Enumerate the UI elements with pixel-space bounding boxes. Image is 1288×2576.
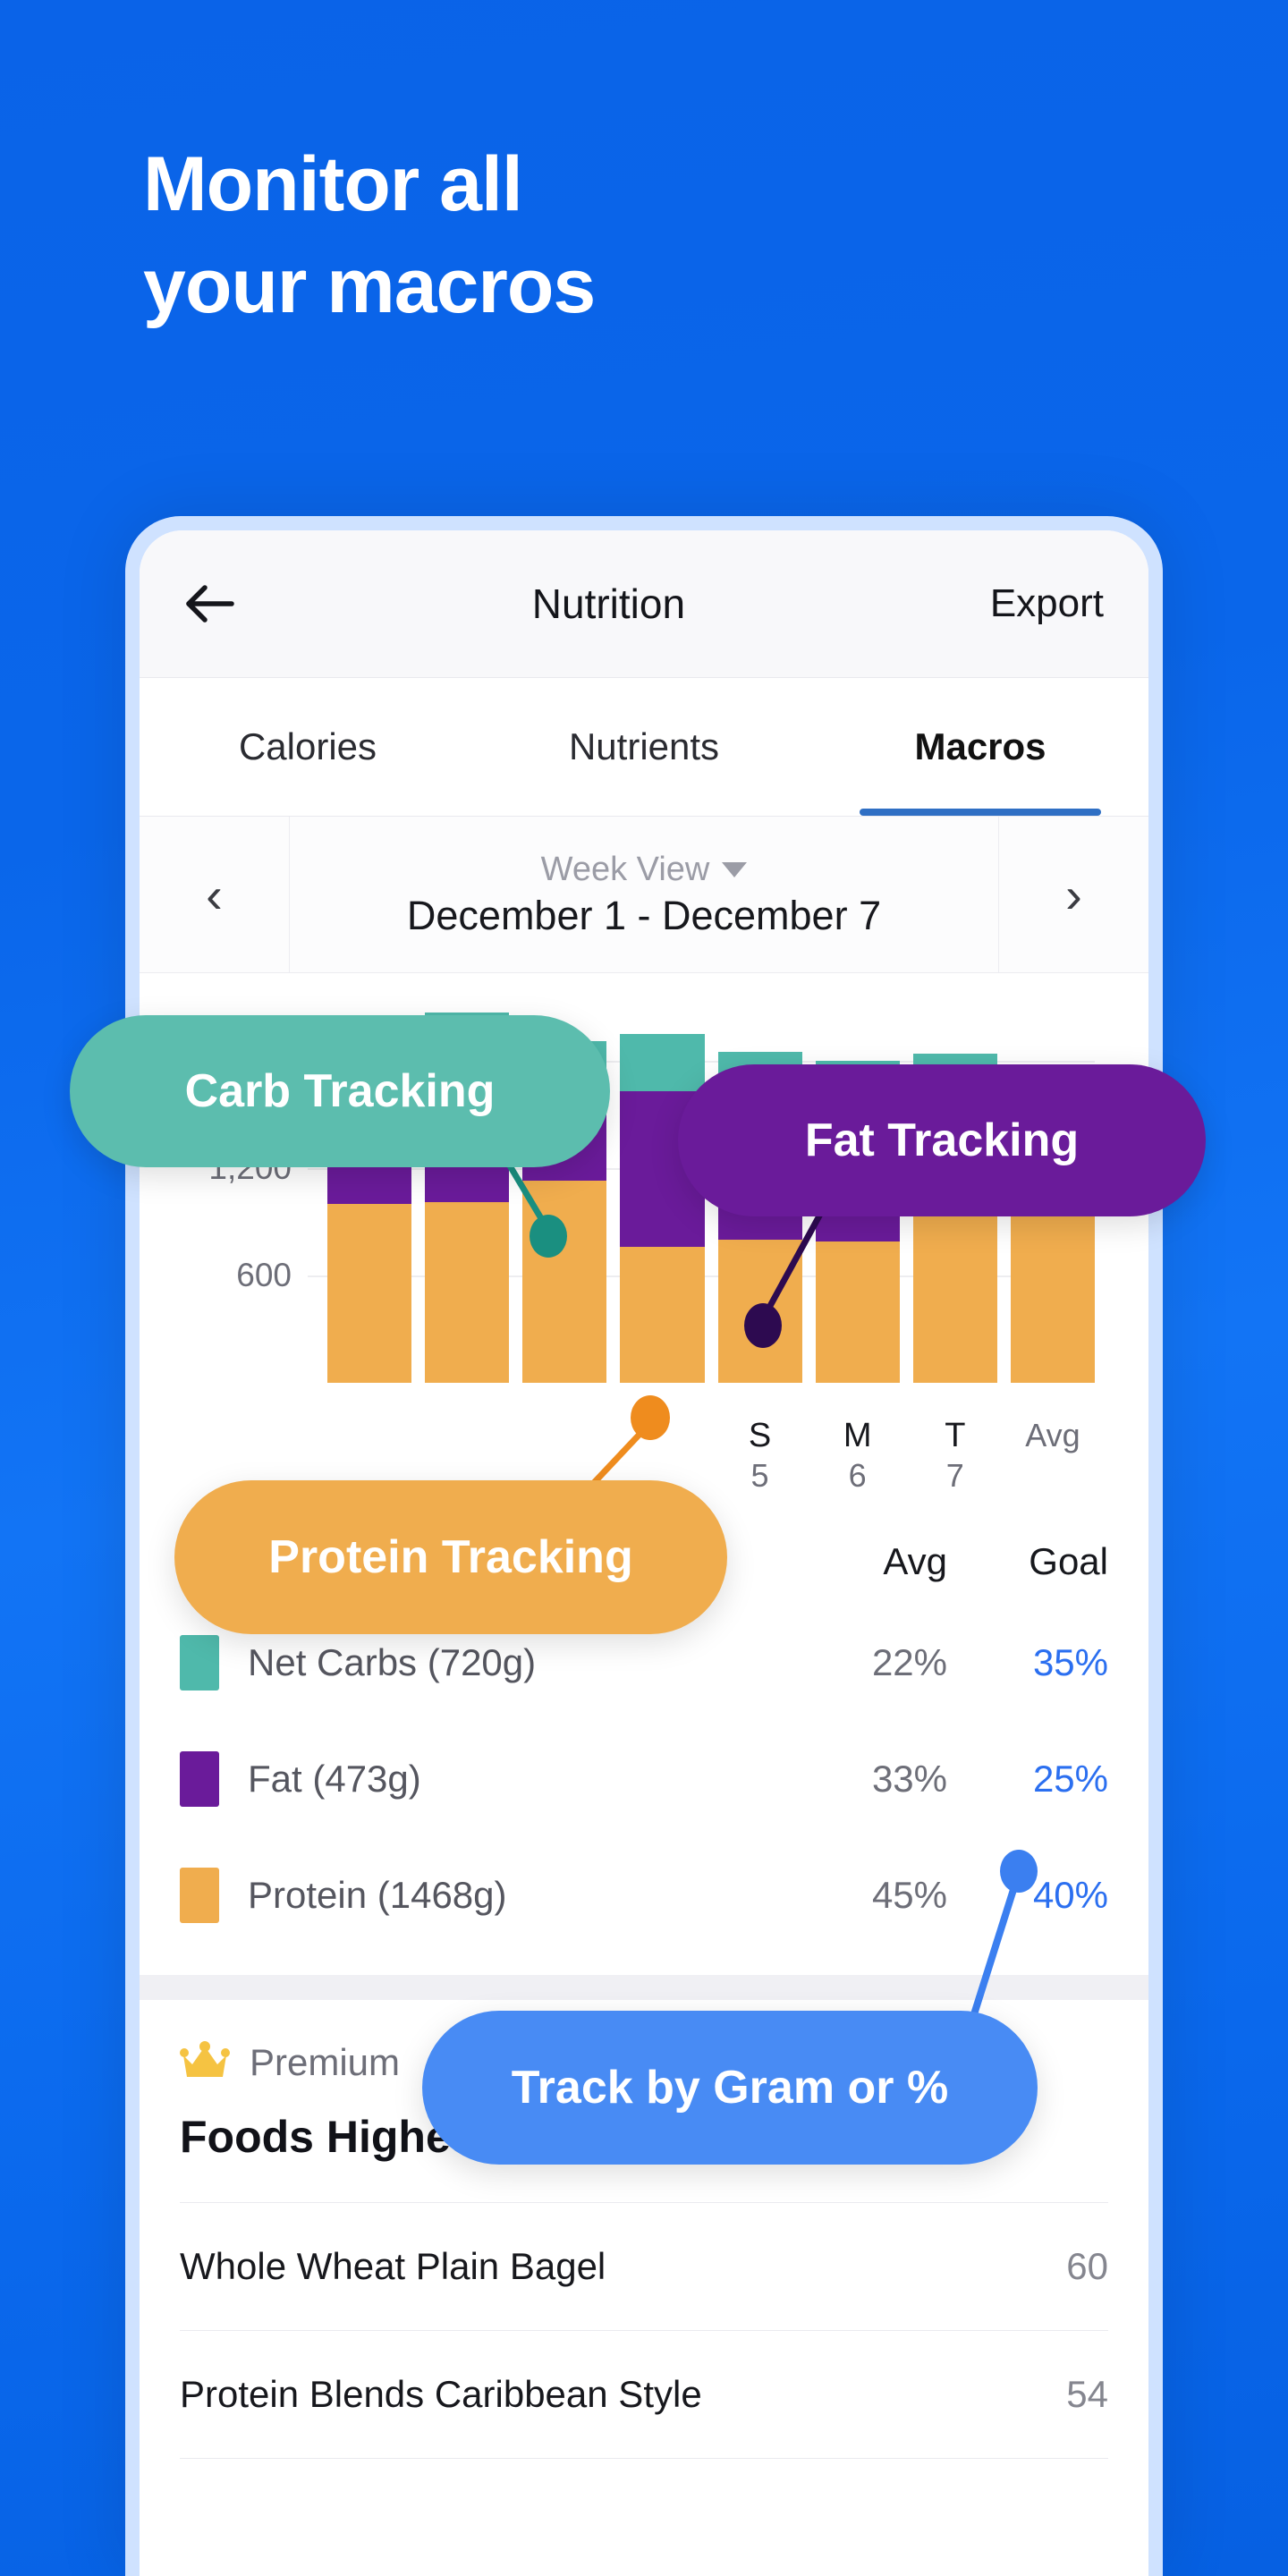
x-axis-date: 6	[848, 1456, 867, 1494]
legend-col-avg: Avg	[883, 1540, 947, 1582]
bar-segment-protein	[912, 1202, 997, 1383]
legend-goal-fat[interactable]: 25%	[947, 1758, 1108, 1801]
crown-icon	[180, 2040, 230, 2085]
week-view-dropdown[interactable]: Week View	[541, 851, 748, 889]
tab-macros[interactable]: Macros	[812, 678, 1148, 816]
tab-calories[interactable]: Calories	[140, 678, 476, 816]
week-view-label: Week View	[540, 850, 710, 888]
x-axis-tick: T7	[913, 1417, 997, 1495]
app-bar: Nutrition Export	[140, 530, 1148, 678]
food-value: 60	[1066, 2245, 1108, 2287]
x-axis-label: M	[843, 1417, 872, 1454]
bar-segment-protein	[327, 1204, 412, 1383]
page-title: Monitor all your macros	[143, 134, 596, 337]
chart-bar[interactable]	[620, 1034, 705, 1383]
bar-segment-protein	[425, 1202, 510, 1383]
legend-goal-protein[interactable]: 40%	[947, 1874, 1108, 1917]
swatch-fat	[180, 1751, 219, 1807]
next-week-button[interactable]: ›	[998, 817, 1148, 972]
legend-avg-net-carbs: 22%	[871, 1641, 947, 1683]
prev-week-button[interactable]: ‹	[140, 817, 290, 972]
x-axis-date: 7	[945, 1456, 964, 1494]
swatch-protein	[180, 1868, 219, 1923]
tab-nutrients[interactable]: Nutrients	[476, 678, 812, 816]
y-axis-tick-label: 600	[236, 1257, 292, 1293]
bar-segment-protein	[717, 1240, 802, 1383]
callout-track-by-gram: Track by Gram or %	[422, 2011, 1038, 2165]
headline-line-1: Monitor all	[143, 141, 523, 227]
x-axis-label: S	[748, 1417, 772, 1454]
app-bar-title: Nutrition	[531, 580, 686, 627]
bar-segment-net-carbs	[620, 1034, 705, 1091]
swatch-net-carbs	[180, 1635, 219, 1690]
callout-carb-tracking: Carb Tracking	[70, 1015, 610, 1167]
x-axis-tick: S5	[718, 1417, 802, 1495]
legend-name-fat: Fat (473g)	[248, 1758, 421, 1800]
callout-fat-tracking: Fat Tracking	[678, 1064, 1206, 1216]
premium-label: Premium	[250, 2041, 401, 2083]
legend-row-fat[interactable]: Fat (473g) 33% 25%	[180, 1721, 1108, 1837]
week-selector: ‹ Week View December 1 - December 7 ›	[140, 817, 1148, 973]
x-axis-label: Avg	[1025, 1417, 1080, 1453]
tab-bar: Calories Nutrients Macros	[140, 678, 1148, 817]
headline-line-2: your macros	[143, 242, 596, 329]
food-list-item-3	[180, 2458, 1108, 2576]
x-axis-label: T	[945, 1417, 966, 1454]
x-axis-tick: M6	[816, 1417, 900, 1495]
food-name: Whole Wheat Plain Bagel	[180, 2245, 606, 2287]
food-list-item-1[interactable]: Whole Wheat Plain Bagel 60	[180, 2202, 1108, 2330]
week-center: Week View December 1 - December 7	[290, 817, 998, 972]
food-list-item-2[interactable]: Protein Blends Caribbean Style 54	[180, 2330, 1108, 2458]
legend-name-protein: Protein (1468g)	[248, 1874, 507, 1916]
bar-segment-protein	[620, 1247, 705, 1383]
bar-segment-protein	[815, 1241, 900, 1383]
week-range-label: December 1 - December 7	[406, 892, 882, 938]
x-axis-date: 5	[750, 1456, 769, 1494]
food-value: 54	[1066, 2373, 1108, 2415]
bar-segment-protein	[1010, 1204, 1095, 1383]
legend-avg-protein: 45%	[871, 1874, 947, 1916]
x-axis-tick: Avg	[1011, 1417, 1095, 1495]
legend-row-protein[interactable]: Protein (1468g) 45% 40%	[180, 1837, 1108, 1953]
bar-segment-protein	[522, 1181, 607, 1383]
callout-protein-tracking: Protein Tracking	[174, 1480, 727, 1634]
caret-down-icon	[722, 861, 748, 877]
legend-col-goal: Goal	[1029, 1540, 1108, 1582]
legend-name-net-carbs: Net Carbs (720g)	[248, 1641, 537, 1683]
export-button[interactable]: Export	[990, 581, 1104, 626]
food-name: Protein Blends Caribbean Style	[180, 2373, 702, 2415]
section-divider	[140, 1975, 1148, 2000]
legend-goal-net-carbs[interactable]: 35%	[947, 1641, 1108, 1684]
legend-avg-fat: 33%	[871, 1758, 947, 1800]
